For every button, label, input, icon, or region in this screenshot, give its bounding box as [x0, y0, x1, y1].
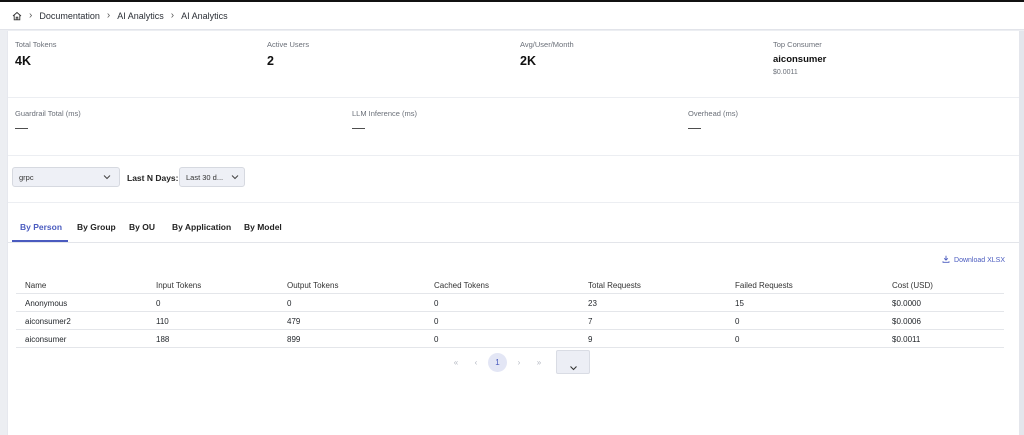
cell-cost: $0.0006 [892, 317, 921, 326]
cell-input-tokens: 110 [156, 317, 169, 326]
stat-llm-inference: LLM Inference (ms) — [352, 109, 417, 135]
column-header[interactable]: Failed Requests [735, 281, 793, 290]
usage-table: Name Input Tokens Output Tokens Cached T… [16, 276, 1004, 348]
stat-label: Guardrail Total (ms) [15, 109, 81, 118]
last-n-days-label: Last N Days: [127, 173, 179, 183]
cell-total-requests: 9 [588, 335, 593, 344]
page-size-select[interactable] [556, 350, 590, 374]
chevron-down-icon [103, 173, 111, 183]
stat-value: — [688, 120, 701, 135]
table-row[interactable]: Anonymous 0 0 0 23 15 $0.0000 [16, 294, 1004, 312]
cell-output-tokens: 0 [287, 299, 292, 308]
stat-label: Total Tokens [15, 40, 57, 49]
stat-avg-user-month: Avg/User/Month 2K [520, 40, 574, 68]
chevron-right-icon: › [29, 10, 33, 21]
chevron-right-icon: › [170, 10, 175, 21]
breadcrumb-documentation[interactable]: Documentation [39, 11, 100, 21]
page-1-button[interactable]: 1 [488, 352, 507, 372]
divider [8, 97, 1020, 98]
cell-failed-requests: 0 [735, 335, 740, 344]
stat-label: Overhead (ms) [688, 109, 739, 118]
stat-value: 2K [520, 54, 536, 68]
table-row[interactable]: aiconsumer 188 899 0 9 0 $0.0011 [16, 330, 1004, 348]
protocol-select-value: grpc [19, 172, 34, 182]
download-label: Download XLSX [954, 256, 1005, 264]
download-icon [942, 255, 950, 265]
cell-cached-tokens: 0 [434, 335, 439, 344]
cell-failed-requests: 0 [735, 317, 740, 326]
cell-name: Anonymous [25, 299, 68, 308]
summary-stats: Total Tokens 4K Active Users 2 Avg/User/… [8, 40, 1020, 100]
column-header[interactable]: Input Tokens [156, 281, 201, 290]
cell-cost: $0.0011 [892, 335, 921, 344]
stat-label: Active Users [267, 40, 310, 49]
stat-label: LLM Inference (ms) [352, 109, 418, 118]
cell-name: aiconsumer [25, 335, 67, 344]
breadcrumb-current: AI Analytics [181, 10, 228, 21]
stat-value: 4K [15, 54, 31, 68]
stat-total-tokens: Total Tokens 4K [15, 40, 57, 68]
cell-total-requests: 7 [588, 317, 593, 326]
table-row[interactable]: aiconsumer2 110 479 0 7 0 $0.0006 [16, 312, 1004, 330]
chevron-right-icon: › [106, 10, 111, 21]
cell-name: aiconsumer2 [25, 317, 71, 326]
stat-value: — [15, 120, 28, 135]
stat-label: Avg/User/Month [520, 40, 574, 49]
stat-label: Top Consumer [773, 40, 822, 49]
tab-by-ou[interactable]: By OU [129, 222, 155, 232]
home-icon[interactable] [12, 11, 22, 21]
tab-by-model[interactable]: By Model [244, 222, 282, 232]
days-select-value: Last 30 d... [186, 172, 224, 182]
column-header[interactable]: Cost (USD) [892, 281, 933, 290]
tab-by-group[interactable]: By Group [77, 222, 116, 232]
cell-input-tokens: 0 [156, 299, 161, 308]
table-header: Name Input Tokens Output Tokens Cached T… [16, 276, 1004, 294]
cell-input-tokens: 188 [156, 335, 170, 344]
stat-value: — [352, 120, 365, 135]
cell-cached-tokens: 0 [434, 317, 439, 326]
stat-overhead: Overhead (ms) — [688, 109, 738, 135]
tab-by-person[interactable]: By Person [20, 222, 62, 232]
scrollbar-track[interactable] [1019, 31, 1024, 435]
divider [8, 202, 1020, 203]
cell-total-requests: 23 [588, 299, 597, 308]
chevron-down-icon [231, 173, 239, 183]
last-page-button[interactable]: » [529, 358, 549, 367]
main-panel: Total Tokens 4K Active Users 2 Avg/User/… [7, 31, 1020, 435]
active-tab-indicator [12, 240, 68, 242]
divider [8, 155, 1020, 156]
download-xlsx-button[interactable]: Download XLSX [942, 255, 1005, 265]
stat-guardrail-total: Guardrail Total (ms) — [15, 109, 81, 135]
protocol-select[interactable]: grpc [12, 167, 120, 187]
stat-top-consumer: Top Consumer aiconsumer $0.0011 [773, 40, 826, 76]
days-select[interactable]: Last 30 d... [179, 167, 245, 187]
tab-bar: By Person By Group By OU By Application … [8, 211, 1020, 243]
column-header[interactable]: Output Tokens [287, 281, 338, 290]
column-header[interactable]: Cached Tokens [434, 281, 489, 290]
column-header[interactable]: Total Requests [588, 281, 641, 290]
stat-active-users: Active Users 2 [267, 40, 309, 68]
chevron-down-icon [569, 359, 578, 377]
prev-page-button[interactable]: ‹ [466, 358, 486, 367]
stat-value: aiconsumer [773, 54, 827, 65]
cell-cost: $0.0000 [892, 299, 921, 308]
cell-output-tokens: 479 [287, 317, 301, 326]
latency-stats: Guardrail Total (ms) — LLM Inference (ms… [8, 109, 1020, 149]
stat-sub: $0.0011 [773, 69, 798, 76]
breadcrumb-ai-analytics[interactable]: AI Analytics [117, 11, 164, 21]
first-page-button[interactable]: « [446, 358, 466, 367]
cell-output-tokens: 899 [287, 335, 301, 344]
pagination: « ‹ 1 › » [446, 350, 549, 374]
breadcrumb: › Documentation › AI Analytics › AI Anal… [0, 0, 1024, 30]
stat-value: 2 [267, 54, 274, 68]
tab-by-application[interactable]: By Application [172, 222, 231, 232]
next-page-button[interactable]: › [509, 358, 529, 367]
cell-failed-requests: 15 [735, 299, 744, 308]
column-header[interactable]: Name [25, 281, 46, 290]
cell-cached-tokens: 0 [434, 299, 439, 308]
